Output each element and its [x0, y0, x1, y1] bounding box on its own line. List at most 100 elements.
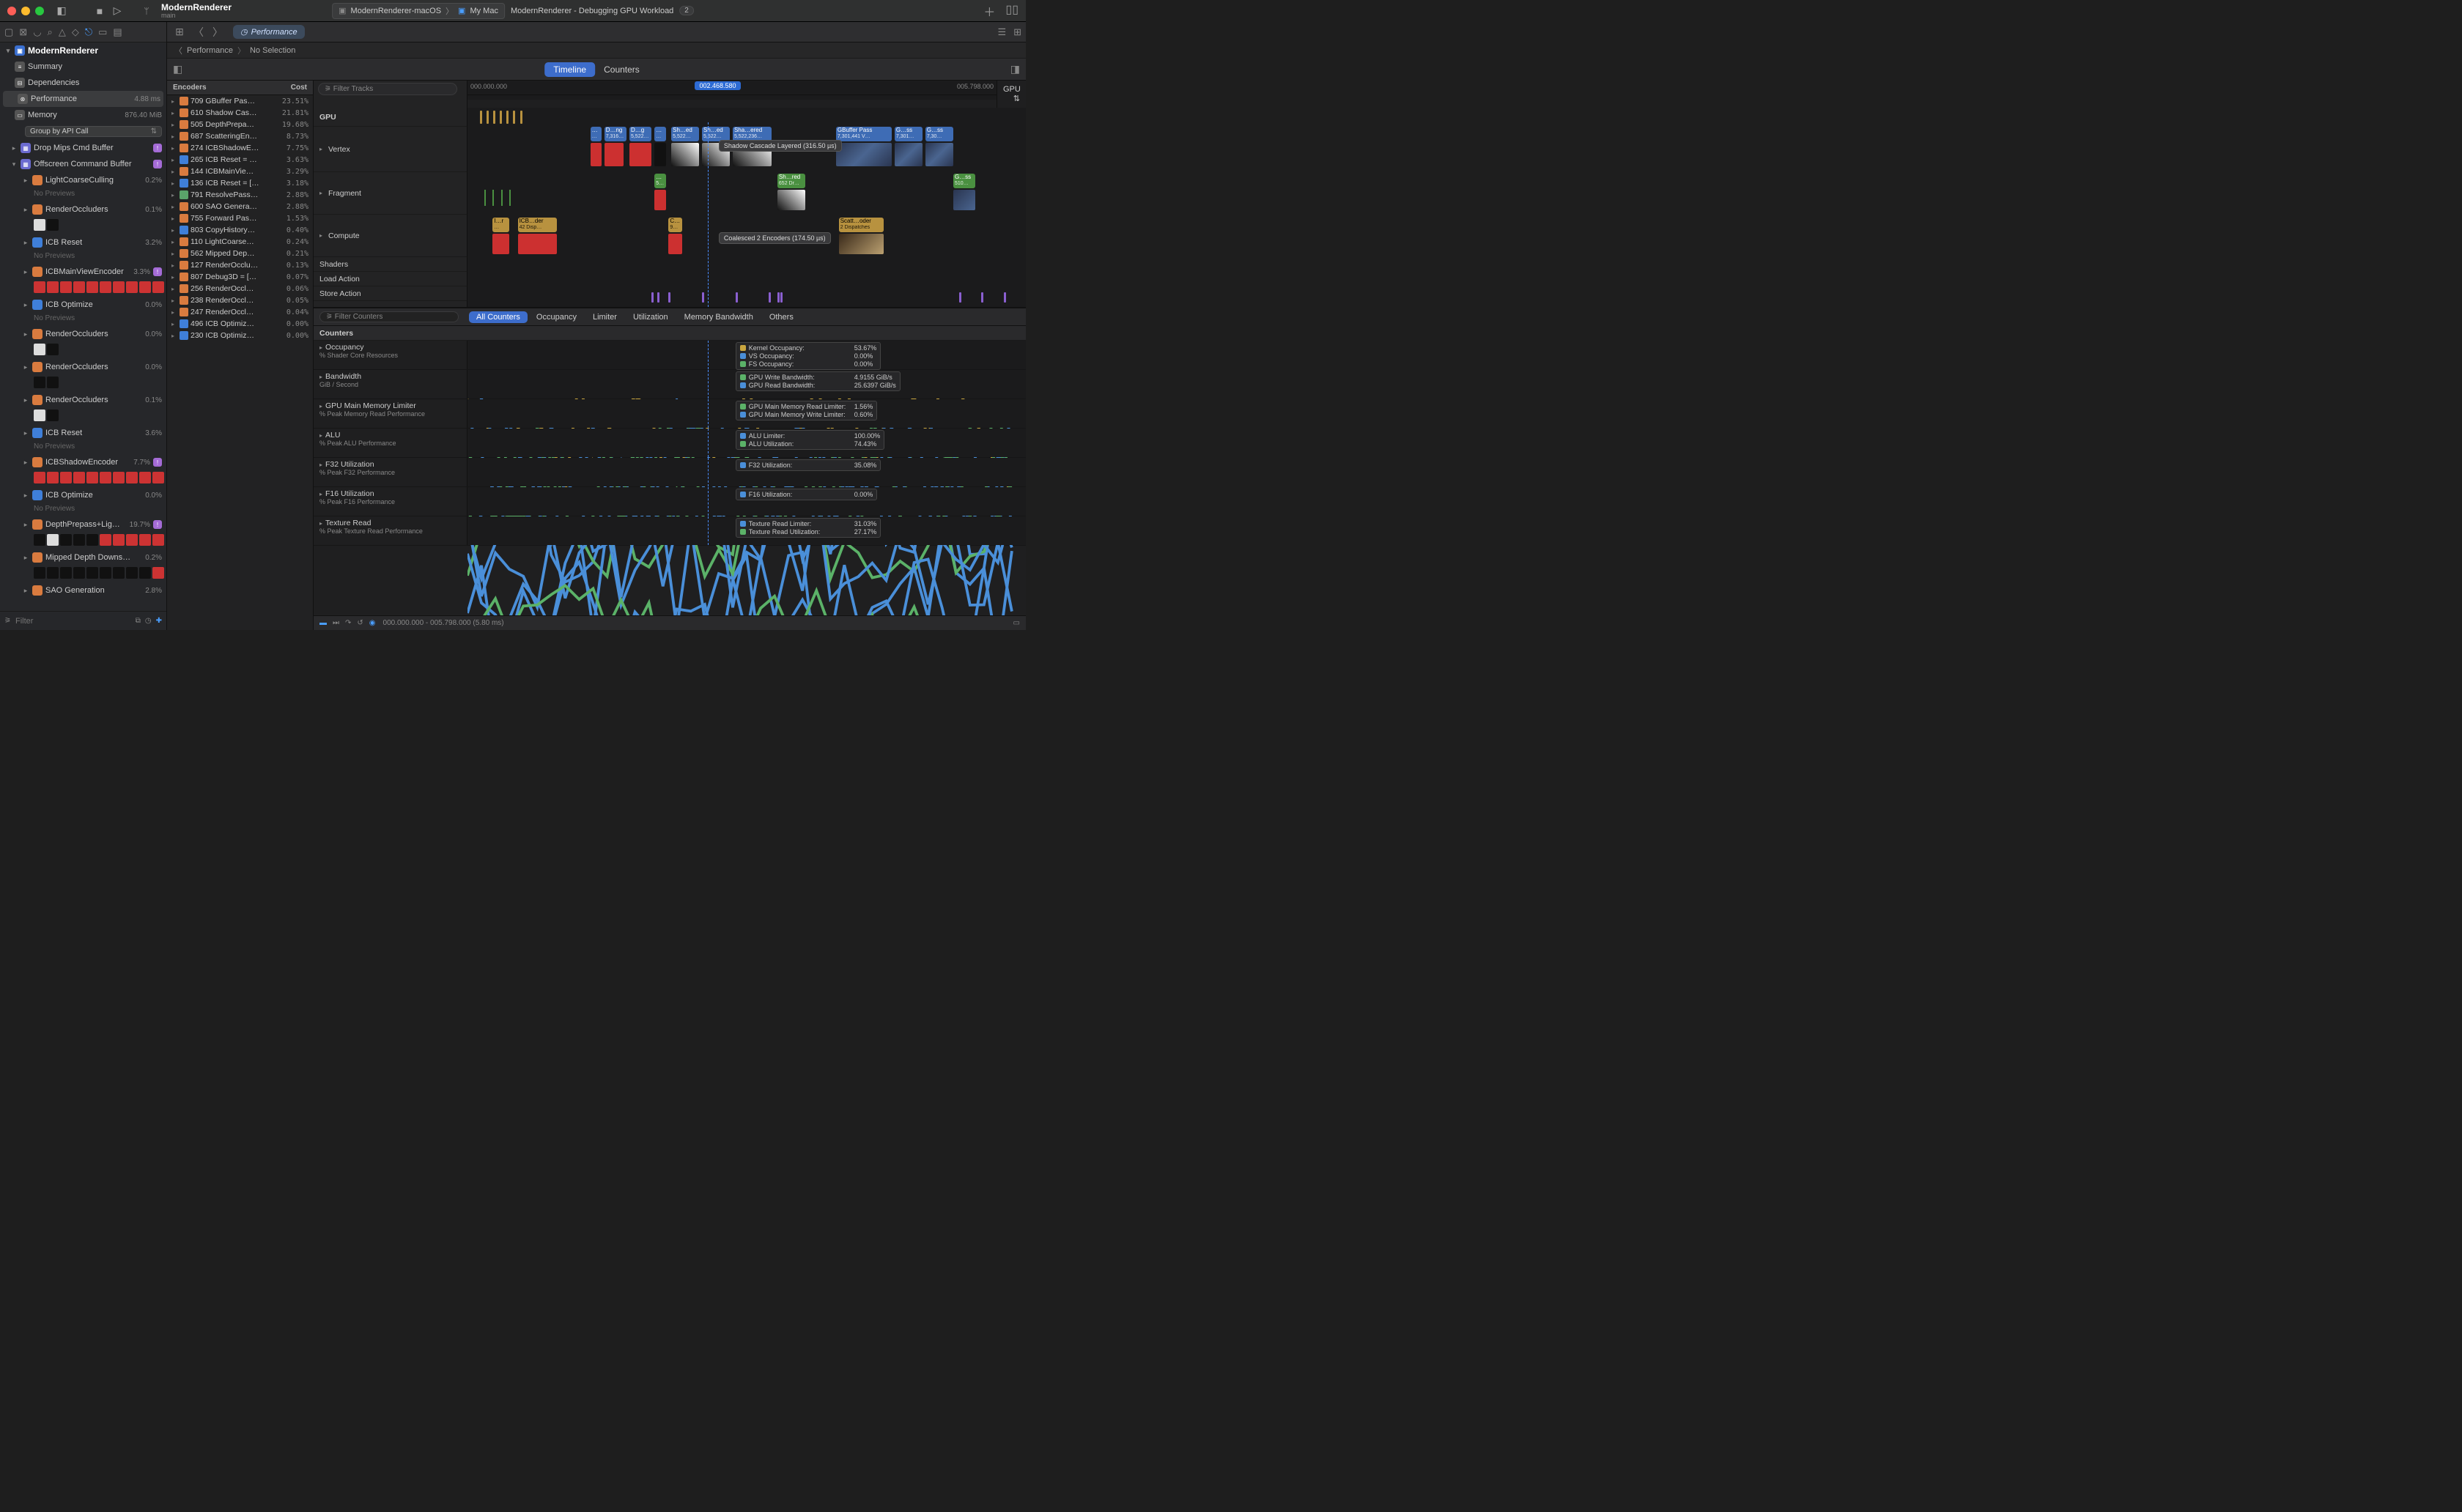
- encoder-row[interactable]: ▸ 238 RenderOccl…0.05%: [167, 294, 313, 306]
- encoder-row[interactable]: ▸ 144 ICBMainVie…3.29%: [167, 166, 313, 177]
- nav-item[interactable]: ▸ RenderOccluders0.1%: [0, 392, 166, 408]
- encoder-row[interactable]: ▸ 600 SAO Genera…2.88%: [167, 201, 313, 212]
- encoder-row[interactable]: ▸ 709 GBuffer Pas…23.51%: [167, 95, 313, 107]
- minimize-window[interactable]: [21, 7, 30, 15]
- track-shaders[interactable]: Shaders: [314, 258, 354, 271]
- timeline-block[interactable]: ……: [654, 127, 665, 141]
- nav-item[interactable]: ▸ RenderOccluders0.0%: [0, 326, 166, 342]
- timeline-block[interactable]: Sh…red652 Dr…: [777, 174, 805, 188]
- nav-item[interactable]: ▸ RenderOccluders0.0%: [0, 359, 166, 375]
- right-panel-icon[interactable]: ◨: [1010, 63, 1020, 75]
- encoders-head-cost[interactable]: Cost: [291, 84, 307, 92]
- timeline-block[interactable]: G…ss510…: [953, 174, 975, 188]
- footer-console-icon[interactable]: ▭: [1013, 619, 1020, 627]
- track-store-action[interactable]: Store Action: [314, 287, 367, 300]
- encoder-row[interactable]: ▸ 687 ScatteringEn…8.73%: [167, 130, 313, 142]
- timeline-block[interactable]: Sh…ed5,522…: [702, 127, 730, 141]
- breadcrumb[interactable]: 〈 Performance 〉 No Selection: [167, 42, 1026, 59]
- track-vertex[interactable]: ▸Vertex: [314, 143, 356, 156]
- footer-camera-icon[interactable]: ◉: [369, 619, 376, 627]
- nav-item[interactable]: ▸ DepthPrepass+Lig…19.7%!: [0, 516, 166, 533]
- group-by-selector[interactable]: Group by API Call⇅: [0, 123, 166, 140]
- zoom-window[interactable]: [35, 7, 44, 15]
- timeline-block[interactable]: GBuffer Pass7,301,441 V…: [836, 127, 892, 141]
- nav-cat-memory[interactable]: ▭Memory876.40 MiB: [0, 107, 166, 123]
- counter-row[interactable]: ▸BandwidthGiB / Second GPU Write Bandwid…: [314, 370, 1026, 399]
- encoder-row[interactable]: ▸ 496 ICB Optimiz…0.00%: [167, 318, 313, 330]
- add-button[interactable]: ＋: [983, 2, 995, 20]
- seg-counters[interactable]: Counters: [595, 62, 648, 77]
- nav-cat-summary[interactable]: ≡Summary: [0, 59, 166, 75]
- encoder-row[interactable]: ▸ 803 CopyHistory…0.40%: [167, 224, 313, 236]
- nav-warn-icon[interactable]: △: [59, 26, 66, 38]
- editor-list-icon[interactable]: ☰: [997, 26, 1006, 38]
- encoder-row[interactable]: ▸ 127 RenderOcclu…0.13%: [167, 259, 313, 271]
- nav-item[interactable]: ▸ ICBShadowEncoder7.7%!: [0, 454, 166, 470]
- scheme-selector[interactable]: ▣ ModernRenderer-macOS 〉 ▣ My Mac: [332, 3, 505, 19]
- timeline-block[interactable]: Scatt…oder2 Dispatches: [839, 218, 884, 232]
- nav-cat-performance[interactable]: ⊛Performance4.88 ms: [3, 91, 163, 107]
- encoder-row[interactable]: ▸ 562 Mipped Dep…0.21%: [167, 248, 313, 259]
- branch-name[interactable]: main: [161, 12, 232, 19]
- counter-tab[interactable]: Utilization: [626, 311, 676, 323]
- nav-item[interactable]: ▸ ICB Optimize0.0%: [0, 487, 166, 503]
- project-root[interactable]: ▾▣ModernRenderer: [0, 42, 166, 59]
- nav-item[interactable]: ▸ ICB Reset3.2%: [0, 234, 166, 251]
- track-gpu[interactable]: GPU: [314, 111, 342, 124]
- track-fragment[interactable]: ▸Fragment: [314, 187, 367, 200]
- counter-tab[interactable]: Memory Bandwidth: [677, 311, 761, 323]
- nav-item[interactable]: ▸ SAO Generation2.8%: [0, 582, 166, 598]
- timeline-block[interactable]: D…ng7,316…: [605, 127, 626, 141]
- navigator-filter-input[interactable]: [15, 617, 131, 626]
- timeline-block[interactable]: ……: [591, 127, 602, 141]
- footer-step-icon[interactable]: ⏭: [333, 619, 339, 627]
- counter-row[interactable]: ▸F16 Utilization% Peak F16 Performance F…: [314, 487, 1026, 516]
- activity-badge[interactable]: 2: [679, 6, 694, 15]
- filter-tracks-input[interactable]: ⚞ Filter Tracks: [318, 83, 457, 95]
- counter-row[interactable]: ▸Occupancy% Shader Core Resources Kernel…: [314, 341, 1026, 370]
- timeline-block[interactable]: G…ss7,30…: [925, 127, 953, 141]
- timeline-block[interactable]: D…g5,522…: [629, 127, 651, 141]
- encoders-head-label[interactable]: Encoders: [173, 84, 291, 92]
- nav-search-icon[interactable]: ⌕: [48, 26, 53, 38]
- playhead[interactable]: [708, 122, 709, 307]
- track-load-action[interactable]: Load Action: [314, 273, 366, 286]
- nav-x-icon[interactable]: ⊠: [19, 26, 27, 38]
- counter-tab[interactable]: Others: [762, 311, 801, 323]
- library-button[interactable]: ▯▯: [1005, 2, 1019, 20]
- nav-item[interactable]: ▸ Mipped Depth Downs…0.2%: [0, 549, 166, 566]
- editor-split-icon[interactable]: ⊞: [1013, 26, 1021, 38]
- nav-report-icon[interactable]: ▤: [113, 26, 122, 38]
- nav-cat-dependencies[interactable]: ⊟Dependencies: [0, 75, 166, 91]
- timeline-block[interactable]: I…r…: [492, 218, 509, 232]
- track-compute[interactable]: ▸Compute: [314, 229, 366, 242]
- run-button[interactable]: ▷: [111, 5, 123, 17]
- encoder-row[interactable]: ▸ 755 Forward Pas…1.53%: [167, 212, 313, 224]
- counter-row[interactable]: ▸ALU% Peak ALU Performance ALU Limiter:1…: [314, 429, 1026, 458]
- encoder-row[interactable]: ▸ 610 Shadow Cas…21.81%: [167, 107, 313, 119]
- nav-folder-icon[interactable]: ▢: [4, 26, 13, 38]
- nav-forward[interactable]: 〉: [210, 25, 226, 40]
- scm-icon[interactable]: ᛘ: [141, 5, 152, 17]
- filter-icon[interactable]: ⚞: [4, 617, 11, 625]
- nav-item[interactable]: ▸ ICB Reset3.6%: [0, 425, 166, 441]
- encoder-row[interactable]: ▸ 247 RenderOccl…0.04%: [167, 306, 313, 318]
- footer-pause-icon[interactable]: ↺: [357, 619, 363, 627]
- filter-clock-icon[interactable]: ◷: [145, 617, 152, 625]
- counter-tab[interactable]: Occupancy: [529, 311, 584, 323]
- nav-item[interactable]: ▸ RenderOccluders0.1%: [0, 201, 166, 218]
- timeline-block[interactable]: Sha…ered5,522,236…: [733, 127, 772, 141]
- seg-timeline[interactable]: Timeline: [544, 62, 595, 77]
- encoder-row[interactable]: ▸ 136 ICB Reset = […3.18%: [167, 177, 313, 189]
- timeline-block[interactable]: …5…: [654, 174, 665, 188]
- encoder-row[interactable]: ▸ 791 ResolvePass…2.88%: [167, 189, 313, 201]
- stop-button[interactable]: ■: [94, 5, 106, 17]
- counter-row[interactable]: ▸GPU Main Memory Limiter% Peak Memory Re…: [314, 399, 1026, 429]
- encoder-row[interactable]: ▸ 110 LightCoarse…0.24%: [167, 236, 313, 248]
- nav-item[interactable]: ▸ ICBMainViewEncoder3.3%!: [0, 264, 166, 280]
- footer-continue-icon[interactable]: ↷: [345, 619, 351, 627]
- nav-back[interactable]: 〈: [191, 25, 207, 40]
- counter-row[interactable]: ▸Texture Read% Peak Texture Read Perform…: [314, 516, 1026, 546]
- nav-debug-icon[interactable]: ⎋: [85, 26, 92, 38]
- editor-tab-performance[interactable]: ◷ Performance: [233, 25, 305, 39]
